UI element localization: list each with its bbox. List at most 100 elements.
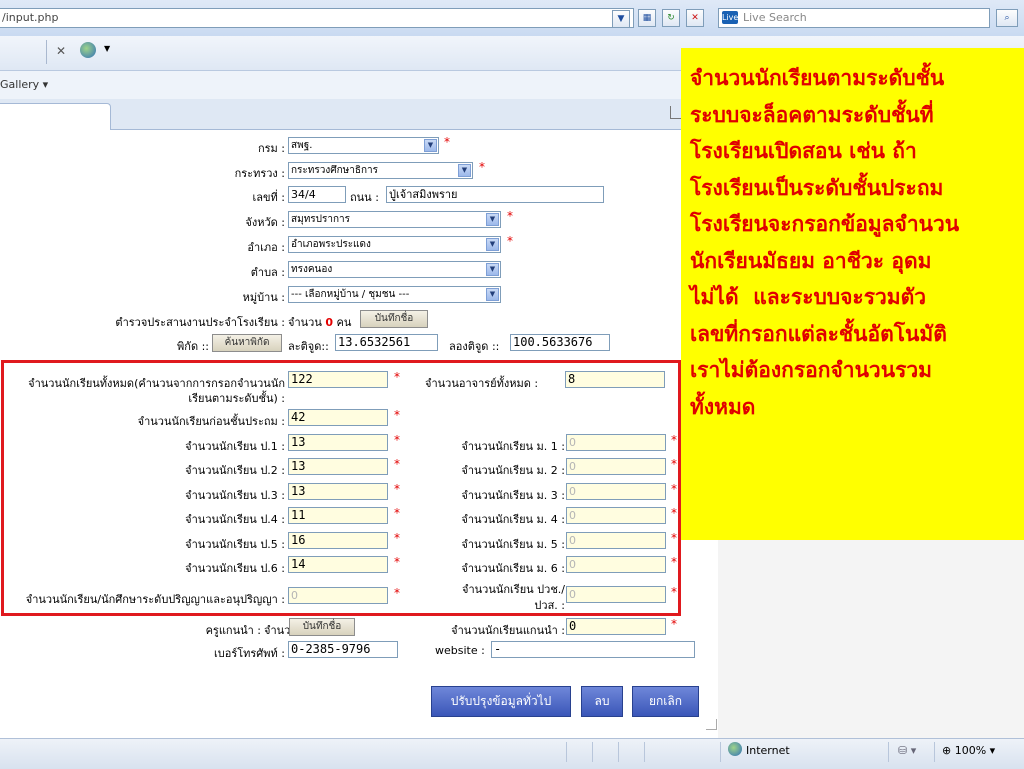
required-mark: *	[671, 457, 677, 471]
toolbar-divider	[46, 40, 47, 64]
ministry-select[interactable]: กระทรวงศึกษาธิการ ▼	[288, 162, 473, 179]
find-coords-button[interactable]: ค้นหาพิกัด	[212, 334, 282, 352]
status-bar	[0, 738, 1024, 769]
secondary-label: จำนวนนักเรียน ม. 6 :	[461, 562, 565, 575]
compatibility-icon[interactable]: ▦	[638, 9, 656, 27]
resize-grip-icon[interactable]	[706, 719, 717, 730]
website-label: website :	[435, 644, 485, 657]
primary-field[interactable]: 13	[288, 458, 388, 475]
province-select[interactable]: สมุทรปราการ ▼	[288, 211, 501, 228]
core-teacher-label: ครูแกนนำ :	[205, 624, 261, 637]
longitude-label: ลองติจูด ::	[449, 340, 500, 353]
callout-line: นักเรียนมัธยม อาชีวะ อุดม	[690, 247, 932, 273]
house-number-field[interactable]: 34/4	[288, 186, 346, 203]
save-core-teacher-button[interactable]: บันทึกชื่อ	[289, 618, 355, 636]
primary-label: จำนวนนักเรียน ป.5 :	[185, 538, 285, 551]
callout-line: ไม่ได้ และระบบจะรวมตัว	[690, 284, 927, 309]
secondary-label: จำนวนนักเรียน ม. 5 :	[461, 538, 565, 551]
subdistrict-select[interactable]: ทรงคนอง ▼	[288, 261, 501, 278]
required-mark: *	[394, 506, 400, 520]
chevron-down-icon: ▼	[458, 164, 471, 177]
chevron-down-icon: ▼	[486, 288, 499, 301]
required-mark: *	[444, 135, 450, 149]
total-teachers-label: จำนวนอาจารย์ทั้งหมด :	[425, 377, 539, 390]
house-number-label: เลขที่ :	[252, 191, 285, 204]
village-select[interactable]: --- เลือกหมู่บ้าน / ชุมชน --- ▼	[288, 286, 501, 303]
gallery-menu[interactable]: Gallery ▾	[0, 78, 48, 91]
department-select[interactable]: สพฐ. ▼	[288, 137, 439, 154]
chevron-down-icon: ▼	[486, 213, 499, 226]
preprimary-field[interactable]: 42	[288, 409, 388, 426]
secondary-field[interactable]: 0	[566, 434, 666, 451]
callout-line: จำนวนนักเรียนตามระดับชั้น	[690, 65, 945, 90]
status-divider	[618, 742, 619, 762]
live-search-input[interactable]: Live Search	[718, 8, 990, 28]
status-divider	[592, 742, 593, 762]
stop-icon[interactable]: ✕	[686, 9, 704, 27]
secondary-field[interactable]: 0	[566, 556, 666, 573]
total-teachers-field[interactable]: 8	[565, 371, 665, 388]
phone-field[interactable]: 0-2385-9796	[288, 641, 398, 658]
secondary-field[interactable]: 0	[566, 483, 666, 500]
active-tab[interactable]	[0, 103, 111, 131]
secondary-field[interactable]: 0	[566, 532, 666, 549]
zoom-level[interactable]: ⊕ 100% ▾	[942, 744, 995, 757]
latitude-field[interactable]: 13.6532561	[335, 334, 438, 351]
primary-field[interactable]: 14	[288, 556, 388, 573]
required-mark: *	[394, 586, 400, 600]
delete-button[interactable]: ลบ	[581, 686, 623, 717]
search-icon[interactable]: ⌕	[996, 9, 1018, 27]
required-mark: *	[671, 555, 677, 569]
primary-field[interactable]: 11	[288, 507, 388, 524]
core-students-label: จำนวนนักเรียนแกนนำ :	[451, 624, 565, 637]
preprimary-label: จำนวนนักเรียนก่อนชั้นประถม :	[137, 415, 285, 428]
secondary-field[interactable]: 0	[566, 507, 666, 524]
close-tab-icon[interactable]: ✕	[56, 44, 66, 58]
cancel-button[interactable]: ยกเลิก	[632, 686, 699, 717]
secondary-field[interactable]: 0	[566, 458, 666, 475]
save-police-names-button[interactable]: บันทึกชื่อ	[360, 310, 428, 328]
update-info-button[interactable]: ปรับปรุงข้อมูลทั่วไป	[431, 686, 571, 717]
status-divider	[644, 742, 645, 762]
protected-mode-icon[interactable]: ⛁ ▾	[898, 744, 916, 757]
callout-line: โรงเรียนเป็นระดับชั้นประถม	[690, 174, 944, 200]
required-mark: *	[507, 209, 513, 223]
callout-line: โรงเรียนเปิดสอน เช่น ถ้า	[690, 138, 917, 163]
url-dropdown-icon[interactable]: ▼	[612, 10, 630, 28]
total-students-field[interactable]: 122	[288, 371, 388, 388]
url-field[interactable]: /input.php	[0, 8, 634, 28]
callout-line: โรงเรียนจะกรอกข้อมูลจำนวน	[690, 211, 960, 236]
refresh-icon[interactable]: ↻	[662, 9, 680, 27]
secondary-label: จำนวนนักเรียน ม. 2 :	[461, 464, 565, 477]
tab-menu-icon[interactable]: ▼	[104, 44, 110, 53]
required-mark: *	[394, 482, 400, 496]
live-search-logo-icon: Live	[722, 11, 739, 24]
vocational-field[interactable]: 0	[566, 586, 666, 603]
required-mark: *	[671, 433, 677, 447]
police-label: ตำรวจประสานงานประจำโรงเรียน :	[115, 316, 285, 329]
website-field[interactable]: -	[491, 641, 695, 658]
status-divider	[566, 742, 567, 762]
status-divider	[888, 742, 889, 762]
new-tab-icon[interactable]	[80, 42, 96, 58]
globe-icon	[728, 742, 742, 756]
degree-field[interactable]: 0	[288, 587, 388, 604]
village-label: หมู่บ้าน :	[242, 291, 285, 304]
province-label: จังหวัด :	[245, 216, 285, 229]
district-label: อำเภอ :	[247, 241, 285, 254]
longitude-field[interactable]: 100.5633676	[510, 334, 610, 351]
primary-field[interactable]: 13	[288, 483, 388, 500]
road-field[interactable]: ปู่เจ้าสมิงพราย	[386, 186, 604, 203]
primary-field[interactable]: 16	[288, 532, 388, 549]
required-mark: *	[671, 506, 677, 520]
required-mark: *	[671, 482, 677, 496]
chevron-down-icon: ▼	[486, 238, 499, 251]
required-mark: *	[671, 585, 677, 599]
subdistrict-label: ตำบล :	[250, 266, 285, 279]
core-students-field[interactable]: 0	[566, 618, 666, 635]
callout-line: ทั้งหมด	[690, 393, 756, 419]
primary-field[interactable]: 13	[288, 434, 388, 451]
primary-label: จำนวนนักเรียน ป.3 :	[185, 489, 285, 502]
status-divider	[934, 742, 935, 762]
district-select[interactable]: อำเภอพระประแดง ▼	[288, 236, 501, 253]
